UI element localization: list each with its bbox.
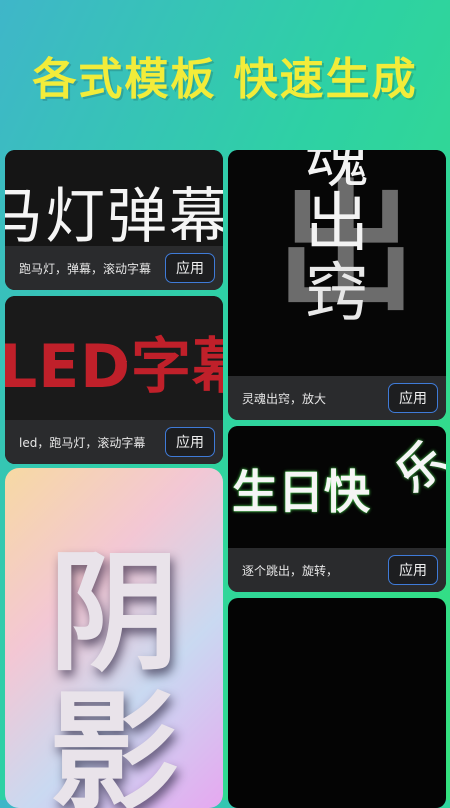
- preview-text: LED字幕: [5, 318, 223, 405]
- template-info-bar: 逐个跳出，旋转， 应用: [228, 548, 446, 592]
- preview-text: 马灯弹幕: [5, 182, 223, 246]
- template-description: 跑马灯，弹幕，滚动字幕: [19, 261, 152, 276]
- template-description: 灵魂出窍，放大: [242, 391, 327, 406]
- template-card-led[interactable]: LED字幕 led，跑马灯，滚动字幕 应用: [5, 296, 223, 464]
- preview-text: 生日快: [232, 465, 370, 519]
- template-card-marquee[interactable]: 马灯弹幕 跑马灯，弹幕，滚动字幕 应用: [5, 150, 223, 290]
- template-card-dark[interactable]: [228, 598, 446, 808]
- apply-button[interactable]: 应用: [388, 555, 438, 585]
- preview-char: 影: [48, 677, 180, 808]
- template-preview: LED字幕: [5, 296, 223, 420]
- preview-char: 魂: [305, 150, 369, 197]
- template-card-birthday[interactable]: 生日快 乐 逐个跳出，旋转， 应用: [228, 426, 446, 592]
- template-card-shadow[interactable]: 阴 影: [5, 468, 223, 808]
- template-info-bar: 跑马灯，弹幕，滚动字幕 应用: [5, 246, 223, 290]
- template-preview: 生日快 乐: [228, 426, 446, 548]
- apply-button[interactable]: 应用: [165, 253, 215, 283]
- template-description: led，跑马灯，滚动字幕: [19, 435, 146, 450]
- template-card-soul[interactable]: 出 魂 出 窍 灵魂出窍，放大 应用: [228, 150, 446, 420]
- preview-char: 阴: [48, 537, 180, 689]
- headline: 各式模板 快速生成: [32, 54, 418, 105]
- template-description: 逐个跳出，旋转，: [242, 563, 339, 578]
- template-info-bar: 灵魂出窍，放大 应用: [228, 376, 446, 420]
- preview-char: 出: [305, 187, 369, 261]
- preview-char: 窍: [305, 257, 369, 331]
- apply-button[interactable]: 应用: [388, 383, 438, 413]
- preview-tilted-char: 乐: [385, 431, 446, 503]
- template-info-bar: led，跑马灯，滚动字幕 应用: [5, 420, 223, 464]
- apply-button[interactable]: 应用: [165, 427, 215, 457]
- template-preview: 出 魂 出 窍: [228, 150, 446, 376]
- template-preview: 马灯弹幕: [5, 150, 223, 246]
